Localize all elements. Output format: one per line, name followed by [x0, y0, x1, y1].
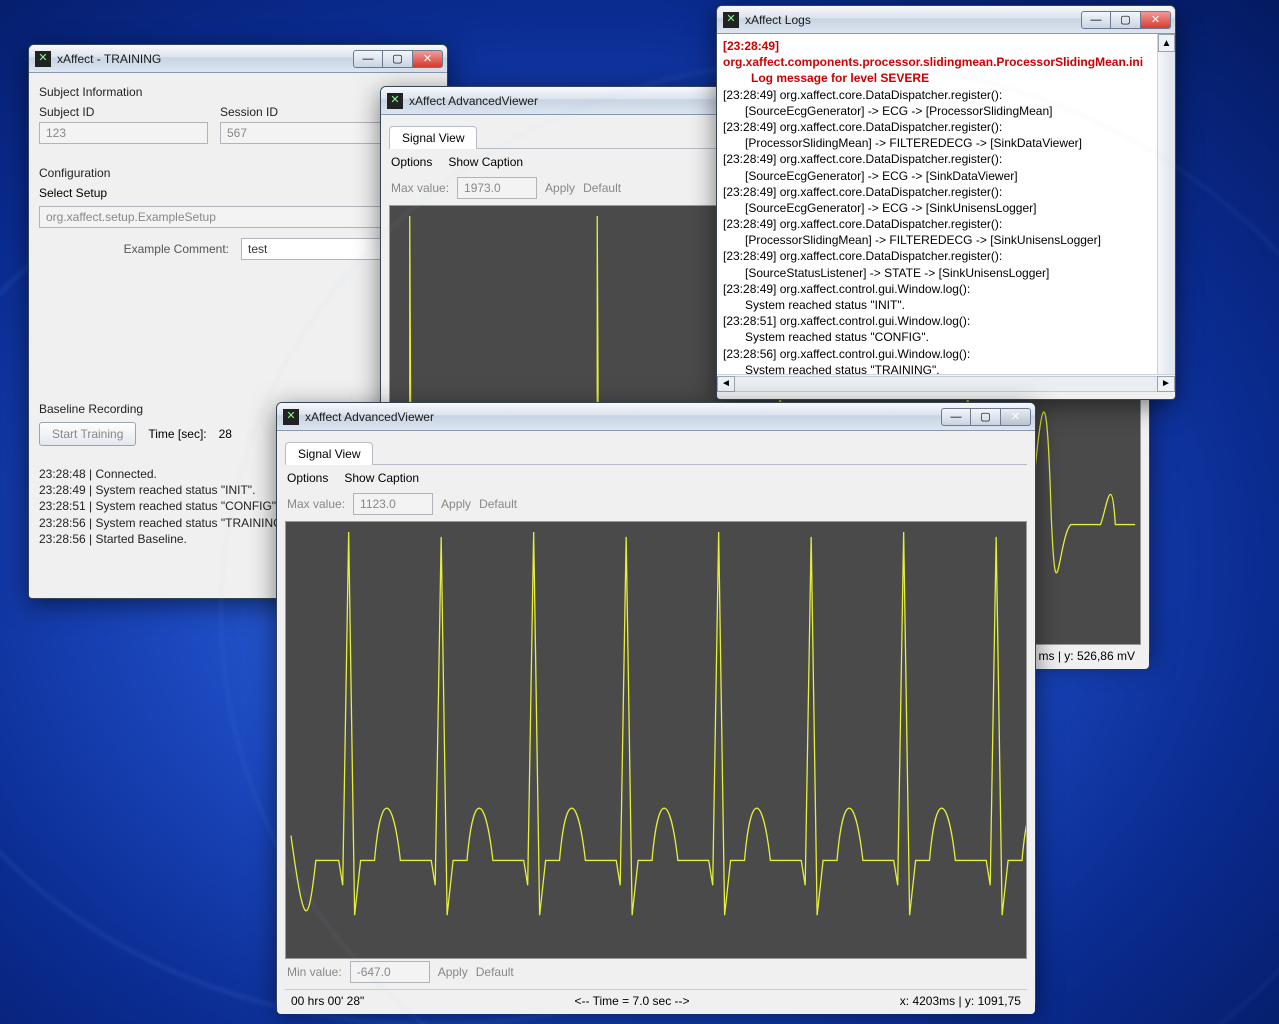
viewer2-status-right: x: 4203ms | y: 1091,75 — [900, 994, 1021, 1008]
app-icon — [35, 51, 51, 67]
log-line: System reached status "TRAINING". — [723, 362, 1155, 374]
minimize-button[interactable]: — — [353, 50, 383, 68]
max-value-label: Max value: — [287, 497, 345, 511]
close-button[interactable]: ✕ — [1001, 408, 1031, 426]
max-value-input — [457, 177, 537, 199]
menu-show-caption[interactable]: Show Caption — [448, 155, 523, 169]
max-value-label: Max value: — [391, 181, 449, 195]
apply-link[interactable]: Apply — [438, 965, 468, 979]
log-line: [ProcessorSlidingMean] -> FILTEREDECG ->… — [723, 232, 1155, 248]
select-setup-label: Select Setup — [39, 186, 437, 200]
training-log: 23:28:48 | Connected. 23:28:49 | System … — [39, 466, 437, 547]
scroll-right-icon[interactable]: ► — [1157, 376, 1175, 392]
viewer2-title: xAffect AdvancedViewer — [305, 410, 434, 424]
log-line: System reached status "CONFIG". — [723, 329, 1155, 345]
log-line: [23:28:49] org.xaffect.core.DataDispatch… — [723, 152, 1002, 166]
tab-signal-view[interactable]: Signal View — [389, 126, 477, 149]
viewer1-status-right: ms | y: 526,86 mV — [1039, 649, 1136, 663]
log-line: 23:28:56 | System reached status "TRAINI… — [39, 515, 437, 531]
log-line: [23:28:49] org.xaffect.control.gui.Windo… — [723, 282, 970, 296]
log-line: [SourceEcgGenerator] -> ECG -> [Processo… — [723, 103, 1155, 119]
app-icon — [283, 409, 299, 425]
maximize-button[interactable]: ▢ — [1111, 11, 1141, 29]
log-line: [23:28:49] org.xaffect.core.DataDispatch… — [723, 185, 1002, 199]
start-training-button: Start Training — [39, 422, 136, 446]
log-line: [ProcessorSlidingMean] -> FILTEREDECG ->… — [723, 135, 1155, 151]
scroll-left-icon[interactable]: ◄ — [717, 376, 735, 392]
logs-hscrollbar[interactable]: ◄ ► — [717, 374, 1175, 392]
baseline-extra-button[interactable]: S — [411, 422, 437, 446]
logs-text[interactable]: [23:28:49] org.xaffect.components.proces… — [717, 34, 1175, 374]
log-line: 23:28:56 | Started Baseline. — [39, 531, 437, 547]
signal-canvas[interactable] — [285, 521, 1027, 959]
scroll-up-icon[interactable]: ▲ — [1158, 34, 1175, 52]
minimize-button[interactable]: — — [1081, 11, 1111, 29]
viewer2-status-center: <-- Time = 7.0 sec --> — [575, 994, 690, 1008]
default-link[interactable]: Default — [476, 965, 514, 979]
app-icon — [387, 93, 403, 109]
log-line: System reached status "INIT". — [723, 297, 1155, 313]
log-line: [SourceEcgGenerator] -> ECG -> [SinkUnis… — [723, 200, 1155, 216]
log-line: [SourceStatusListener] -> STATE -> [Sink… — [723, 265, 1155, 281]
viewer1-window: xAffect AdvancedViewer Signal View Optio… — [380, 86, 1150, 656]
log-line: [23:28:56] org.xaffect.control.gui.Windo… — [723, 347, 970, 361]
logs-window: xAffect Logs — ▢ ✕ [23:28:49] org.xaffec… — [716, 5, 1176, 400]
maximize-button[interactable]: ▢ — [971, 408, 1001, 426]
signal-canvas[interactable] — [389, 205, 1141, 645]
log-line: [23:28:49] org.xaffect.core.DataDispatch… — [723, 217, 1002, 231]
select-setup-input — [39, 206, 437, 228]
log-line: 23:28:48 | Connected. — [39, 466, 437, 482]
tab-signal-view[interactable]: Signal View — [285, 442, 373, 465]
logs-vscrollbar[interactable]: ▲ — [1157, 34, 1175, 374]
logs-titlebar[interactable]: xAffect Logs — ▢ ✕ — [717, 6, 1175, 34]
maximize-button[interactable]: ▢ — [383, 50, 413, 68]
max-value-input — [353, 493, 433, 515]
min-value-label: Min value: — [287, 965, 342, 979]
viewer2-status-left: 00 hrs 00' 28" — [291, 994, 364, 1008]
log-line: [23:28:49] org.xaffect.core.DataDispatch… — [723, 249, 1002, 263]
example-comment-label: Example Comment: — [39, 242, 229, 256]
minimize-button[interactable]: — — [941, 408, 971, 426]
apply-link[interactable]: Apply — [441, 497, 471, 511]
viewer1-title: xAffect AdvancedViewer — [409, 94, 538, 108]
session-id-label: Session ID — [220, 105, 389, 119]
menu-options[interactable]: Options — [287, 471, 328, 485]
time-sec-label: Time [sec]: — [148, 427, 206, 441]
log-severe-line: [23:28:49] org.xaffect.components.proces… — [723, 39, 1143, 69]
subject-id-label: Subject ID — [39, 105, 208, 119]
logs-title: xAffect Logs — [745, 13, 811, 27]
log-line: [SourceEcgGenerator] -> ECG -> [SinkData… — [723, 168, 1155, 184]
subject-id-input — [39, 122, 208, 144]
example-comment-input[interactable] — [241, 238, 437, 260]
default-link[interactable]: Default — [479, 497, 517, 511]
log-line: 23:28:49 | System reached status "INIT". — [39, 482, 437, 498]
training-titlebar[interactable]: xAffect - TRAINING — ▢ ✕ — [29, 45, 447, 73]
log-line: 23:28:51 | System reached status "CONFIG… — [39, 498, 437, 514]
viewer2-window: xAffect AdvancedViewer — ▢ ✕ Signal View… — [276, 402, 1036, 1007]
configuration-heading: Configuration — [39, 166, 437, 180]
close-button[interactable]: ✕ — [413, 50, 443, 68]
min-value-input — [350, 961, 430, 983]
menu-options[interactable]: Options — [391, 155, 432, 169]
menu-show-caption[interactable]: Show Caption — [344, 471, 419, 485]
log-severe-line: Log message for level SEVERE — [723, 70, 1155, 86]
default-link[interactable]: Default — [583, 181, 621, 195]
time-sec-value: 28 — [219, 427, 232, 441]
baseline-heading: Baseline Recording — [39, 402, 437, 416]
session-id-input — [220, 122, 389, 144]
log-line: [23:28:49] org.xaffect.core.DataDispatch… — [723, 120, 1002, 134]
log-line: [23:28:51] org.xaffect.control.gui.Windo… — [723, 314, 970, 328]
app-icon — [723, 12, 739, 28]
close-button[interactable]: ✕ — [1141, 11, 1171, 29]
log-line: [23:28:49] org.xaffect.core.DataDispatch… — [723, 88, 1002, 102]
training-title: xAffect - TRAINING — [57, 52, 161, 66]
subject-info-heading: Subject Information — [39, 85, 437, 99]
viewer2-titlebar[interactable]: xAffect AdvancedViewer — ▢ ✕ — [277, 403, 1035, 431]
apply-link[interactable]: Apply — [545, 181, 575, 195]
